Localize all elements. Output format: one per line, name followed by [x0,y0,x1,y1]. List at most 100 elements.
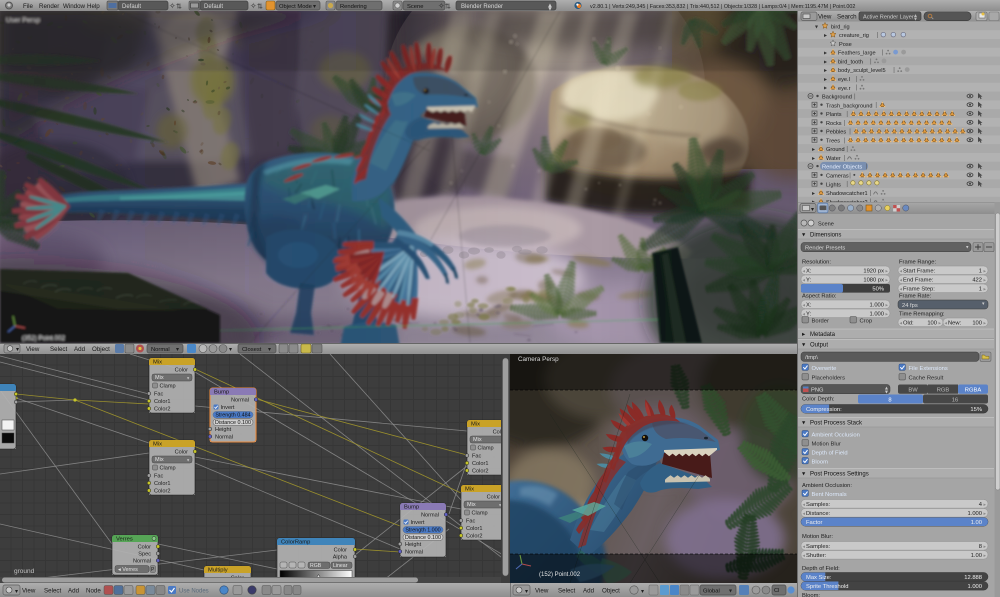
svg-text:Height: Height [405,542,422,548]
svg-text:Frame Range:: Frame Range: [899,260,936,266]
svg-text:Border: Border [812,318,829,324]
svg-text:Shadowcatcher1: Shadowcatcher1 [826,191,868,197]
svg-text:|: | [849,173,851,179]
svg-text:Color1: Color1 [154,399,170,405]
svg-text:✧: ✧ [438,2,445,11]
svg-text:|: | [844,155,846,161]
svg-text:▸: ▸ [812,156,815,162]
svg-text:1.00: 1.00 [971,553,982,559]
svg-text:Aspect Ratio:: Aspect Ratio: [802,294,837,300]
svg-text:Feathers_large: Feathers_large [838,51,876,57]
svg-text:Node: Node [86,588,101,595]
svg-text:Lights: Lights [826,182,841,188]
svg-text:Water: Water [826,156,841,162]
svg-text:▸: ▸ [812,191,815,197]
svg-text:RGBA: RGBA [965,388,982,394]
svg-text:Clamp: Clamp [472,511,488,517]
svg-text:PNG: PNG [811,388,824,394]
svg-text:Use Nodes: Use Nodes [179,589,209,595]
svg-text:Bump: Bump [214,390,229,396]
svg-text:Color1: Color1 [154,481,170,487]
svg-text:Color: Color [487,495,501,501]
svg-text:Normal: Normal [421,513,439,519]
svg-text:Verres: Verres [116,537,133,543]
svg-text:Background: Background [822,95,852,101]
svg-text:Normal: Normal [151,347,170,353]
svg-text:1.000: 1.000 [869,311,884,317]
svg-text:50%: 50% [872,287,884,293]
svg-text:Mix: Mix [155,457,164,463]
svg-text:Color: Color [334,548,348,554]
svg-text:Clamp: Clamp [478,446,494,452]
svg-text:▾: ▾ [729,589,732,595]
svg-text:Mix: Mix [471,422,480,428]
svg-text:1080 px: 1080 px [863,277,884,283]
svg-text:Distance:: Distance: [806,511,831,517]
svg-text:Start Frame:: Start Frame: [903,268,936,274]
svg-text:Active Render Layer: Active Render Layer [863,14,914,20]
svg-text:Post Process Settings: Post Process Settings [810,472,869,478]
svg-text:Distance 0.100: Distance 0.100 [405,535,441,541]
svg-text:|: | [856,85,858,91]
svg-text:8: 8 [979,544,982,550]
svg-text:▾: ▾ [313,4,316,10]
svg-text:Default: Default [204,4,223,10]
svg-text:1920 px: 1920 px [863,268,884,274]
svg-text:Ambient Occlusion: Ambient Occlusion [812,432,860,438]
svg-text:Strength 1.000: Strength 1.000 [405,528,440,534]
svg-text:▸: ▸ [824,59,827,65]
svg-text:Cl: Cl [774,588,779,594]
svg-text:RGB: RGB [937,388,950,394]
svg-text:Linear: Linear [333,563,348,569]
svg-text:Compression:: Compression: [806,407,842,413]
svg-text:(352) Point.002: (352) Point.002 [22,335,66,342]
svg-text:|: | [844,138,846,144]
svg-text:eye.l: eye.l [838,77,850,83]
svg-text:▾: ▾ [176,347,179,353]
svg-text:Bloom:: Bloom: [802,593,820,597]
svg-text:Metadata: Metadata [810,332,836,338]
svg-text:Select: Select [44,588,61,595]
svg-text:Color2: Color2 [472,469,488,475]
svg-text:Depth of Field:: Depth of Field: [802,566,840,572]
svg-text:User Persp: User Persp [6,17,40,24]
svg-text:Object: Object [92,346,110,353]
svg-text:Normal: Normal [231,398,249,404]
svg-text:⇅: ⇅ [257,4,263,11]
svg-text:Max Size:: Max Size: [806,575,832,581]
svg-text:▾: ▾ [229,347,232,353]
svg-text:View: View [22,588,36,595]
svg-text:1: 1 [979,286,982,292]
svg-text:Placeholders: Placeholders [812,375,846,381]
svg-text:Invert: Invert [411,520,425,526]
svg-text:Scene: Scene [818,222,834,228]
svg-text:Multiply: Multiply [208,568,228,574]
svg-text:|: | [877,33,879,39]
svg-text:Bent Normals: Bent Normals [812,492,847,498]
svg-text:Resolution:: Resolution: [802,260,831,266]
svg-text:Frame Step:: Frame Step: [903,286,935,292]
svg-text:Normal: Normal [133,559,151,565]
svg-text:Motion Blur: Motion Blur [812,441,841,447]
svg-text:100: 100 [927,320,937,326]
svg-text:◂ Verres: ◂ Verres [118,567,138,573]
svg-text:|: | [875,103,877,109]
svg-text:New:: New: [948,320,962,326]
svg-text:Fac: Fac [472,454,482,460]
svg-text:Closest: Closest [242,347,262,353]
svg-text:Spec: Spec [138,552,151,558]
svg-text:Object: Object [602,588,620,595]
svg-text:▸: ▸ [824,77,827,83]
svg-text:▼: ▼ [913,17,918,23]
svg-text:▾: ▾ [15,589,18,595]
svg-text:|: | [882,50,884,56]
svg-text:Render Presets: Render Presets [805,246,845,252]
svg-text:Color Depth:: Color Depth: [802,397,835,403]
svg-text:▸: ▸ [824,33,827,39]
svg-text:Invert: Invert [221,405,235,411]
svg-text:Height: Height [215,427,232,433]
svg-text:Select: Select [558,588,575,595]
svg-text:Fac: Fac [154,392,164,398]
svg-text:24 fps: 24 fps [902,303,918,309]
svg-text:Search: Search [837,14,857,21]
